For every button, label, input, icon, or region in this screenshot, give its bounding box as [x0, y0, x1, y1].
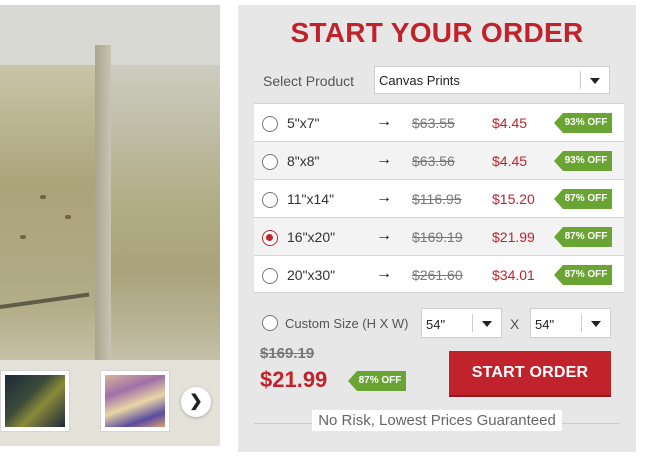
- original-price: $63.55: [412, 115, 455, 131]
- custom-width-value: 54": [535, 317, 555, 332]
- size-label: 11"x14": [287, 191, 335, 207]
- arrow-right-icon: →: [376, 265, 392, 282]
- size-option-5x7[interactable]: 5"x7" → $63.55 $4.45 93% OFF: [254, 103, 624, 141]
- discount-badge: 93% OFF: [554, 113, 612, 133]
- size-options: 5"x7" → $63.55 $4.45 93% OFF 8"x8" → $63…: [254, 103, 624, 293]
- radio-button[interactable]: [262, 116, 278, 132]
- custom-size-row: Custom Size (H X W) 54" X 54": [254, 305, 624, 341]
- thumbnail-2[interactable]: [100, 370, 170, 432]
- radio-button[interactable]: [262, 154, 278, 170]
- canvas-edge: [95, 45, 111, 375]
- size-label: 5"x7": [287, 115, 320, 131]
- size-option-8x8[interactable]: 8"x8" → $63.56 $4.45 93% OFF: [254, 141, 624, 179]
- size-label: 8"x8": [287, 153, 320, 169]
- order-panel: START YOUR ORDER Select Product Canvas P…: [238, 5, 636, 452]
- summary-original-price: $169.19: [260, 345, 315, 362]
- times-separator: X: [510, 316, 520, 332]
- size-option-20x30[interactable]: 20"x30" → $261.60 $34.01 87% OFF: [254, 255, 624, 293]
- size-option-11x14[interactable]: 11"x14" → $116.95 $15.20 87% OFF: [254, 179, 624, 217]
- arrow-right-icon: →: [376, 189, 392, 206]
- photo-leaf: [65, 215, 71, 219]
- custom-height-select[interactable]: 54": [421, 308, 502, 338]
- original-price: $261.60: [412, 267, 463, 283]
- thumbnail-image: [5, 375, 65, 427]
- product-select-value: Canvas Prints: [379, 73, 460, 88]
- size-label: 16"x20": [287, 229, 336, 245]
- sale-price: $21.99: [492, 229, 535, 245]
- thumbnail-1[interactable]: [0, 370, 70, 432]
- product-photo: ❯: [0, 5, 220, 446]
- guarantee-text-wrap: No Risk, Lowest Prices Guaranteed: [238, 410, 636, 431]
- select-divider: [581, 314, 582, 332]
- original-price: $169.19: [412, 229, 463, 245]
- custom-width-select[interactable]: 54": [530, 308, 611, 338]
- chevron-right-icon[interactable]: ❯: [181, 387, 211, 417]
- discount-badge: 93% OFF: [554, 151, 612, 171]
- sale-price: $15.20: [492, 191, 535, 207]
- sale-price: $34.01: [492, 267, 535, 283]
- chevron-down-icon: [590, 78, 600, 84]
- guarantee-text: No Risk, Lowest Prices Guaranteed: [312, 410, 562, 431]
- discount-badge: 87% OFF: [554, 227, 612, 247]
- custom-height-value: 54": [426, 317, 446, 332]
- summary-discount-badge: 87% OFF: [348, 371, 406, 391]
- sale-price: $4.45: [492, 153, 528, 169]
- discount-badge: 87% OFF: [554, 265, 612, 285]
- summary-sale-price: $21.99: [260, 367, 328, 392]
- arrow-right-icon: →: [376, 113, 392, 130]
- select-divider: [472, 314, 473, 332]
- start-order-button[interactable]: START ORDER: [449, 351, 611, 395]
- size-label: 20"x30": [287, 267, 336, 283]
- radio-button[interactable]: [262, 268, 278, 284]
- radio-button-selected[interactable]: [262, 230, 278, 246]
- radio-button[interactable]: [262, 192, 278, 208]
- select-divider: [580, 71, 581, 89]
- arrow-right-icon: →: [376, 227, 392, 244]
- product-select-row: Select Product Canvas Prints: [254, 63, 624, 99]
- photo-leaf: [40, 195, 46, 199]
- custom-size-label: Custom Size (H X W): [285, 316, 409, 331]
- order-title: START YOUR ORDER: [290, 17, 584, 48]
- photo-field: [0, 65, 95, 365]
- arrow-right-icon: →: [376, 151, 392, 168]
- custom-size-radio[interactable]: [262, 315, 278, 331]
- select-product-label: Select Product: [263, 73, 355, 89]
- product-select[interactable]: Canvas Prints: [374, 66, 610, 94]
- chevron-down-icon: [591, 321, 601, 327]
- size-option-16x20[interactable]: 16"x20" → $169.19 $21.99 87% OFF: [254, 217, 624, 255]
- sale-price: $4.45: [492, 115, 528, 131]
- chevron-down-icon: [482, 321, 492, 327]
- discount-badge: 87% OFF: [554, 189, 612, 209]
- photo-leaf: [20, 235, 26, 239]
- thumbnail-image: [105, 375, 165, 427]
- original-price: $63.56: [412, 153, 455, 169]
- original-price: $116.95: [412, 191, 462, 207]
